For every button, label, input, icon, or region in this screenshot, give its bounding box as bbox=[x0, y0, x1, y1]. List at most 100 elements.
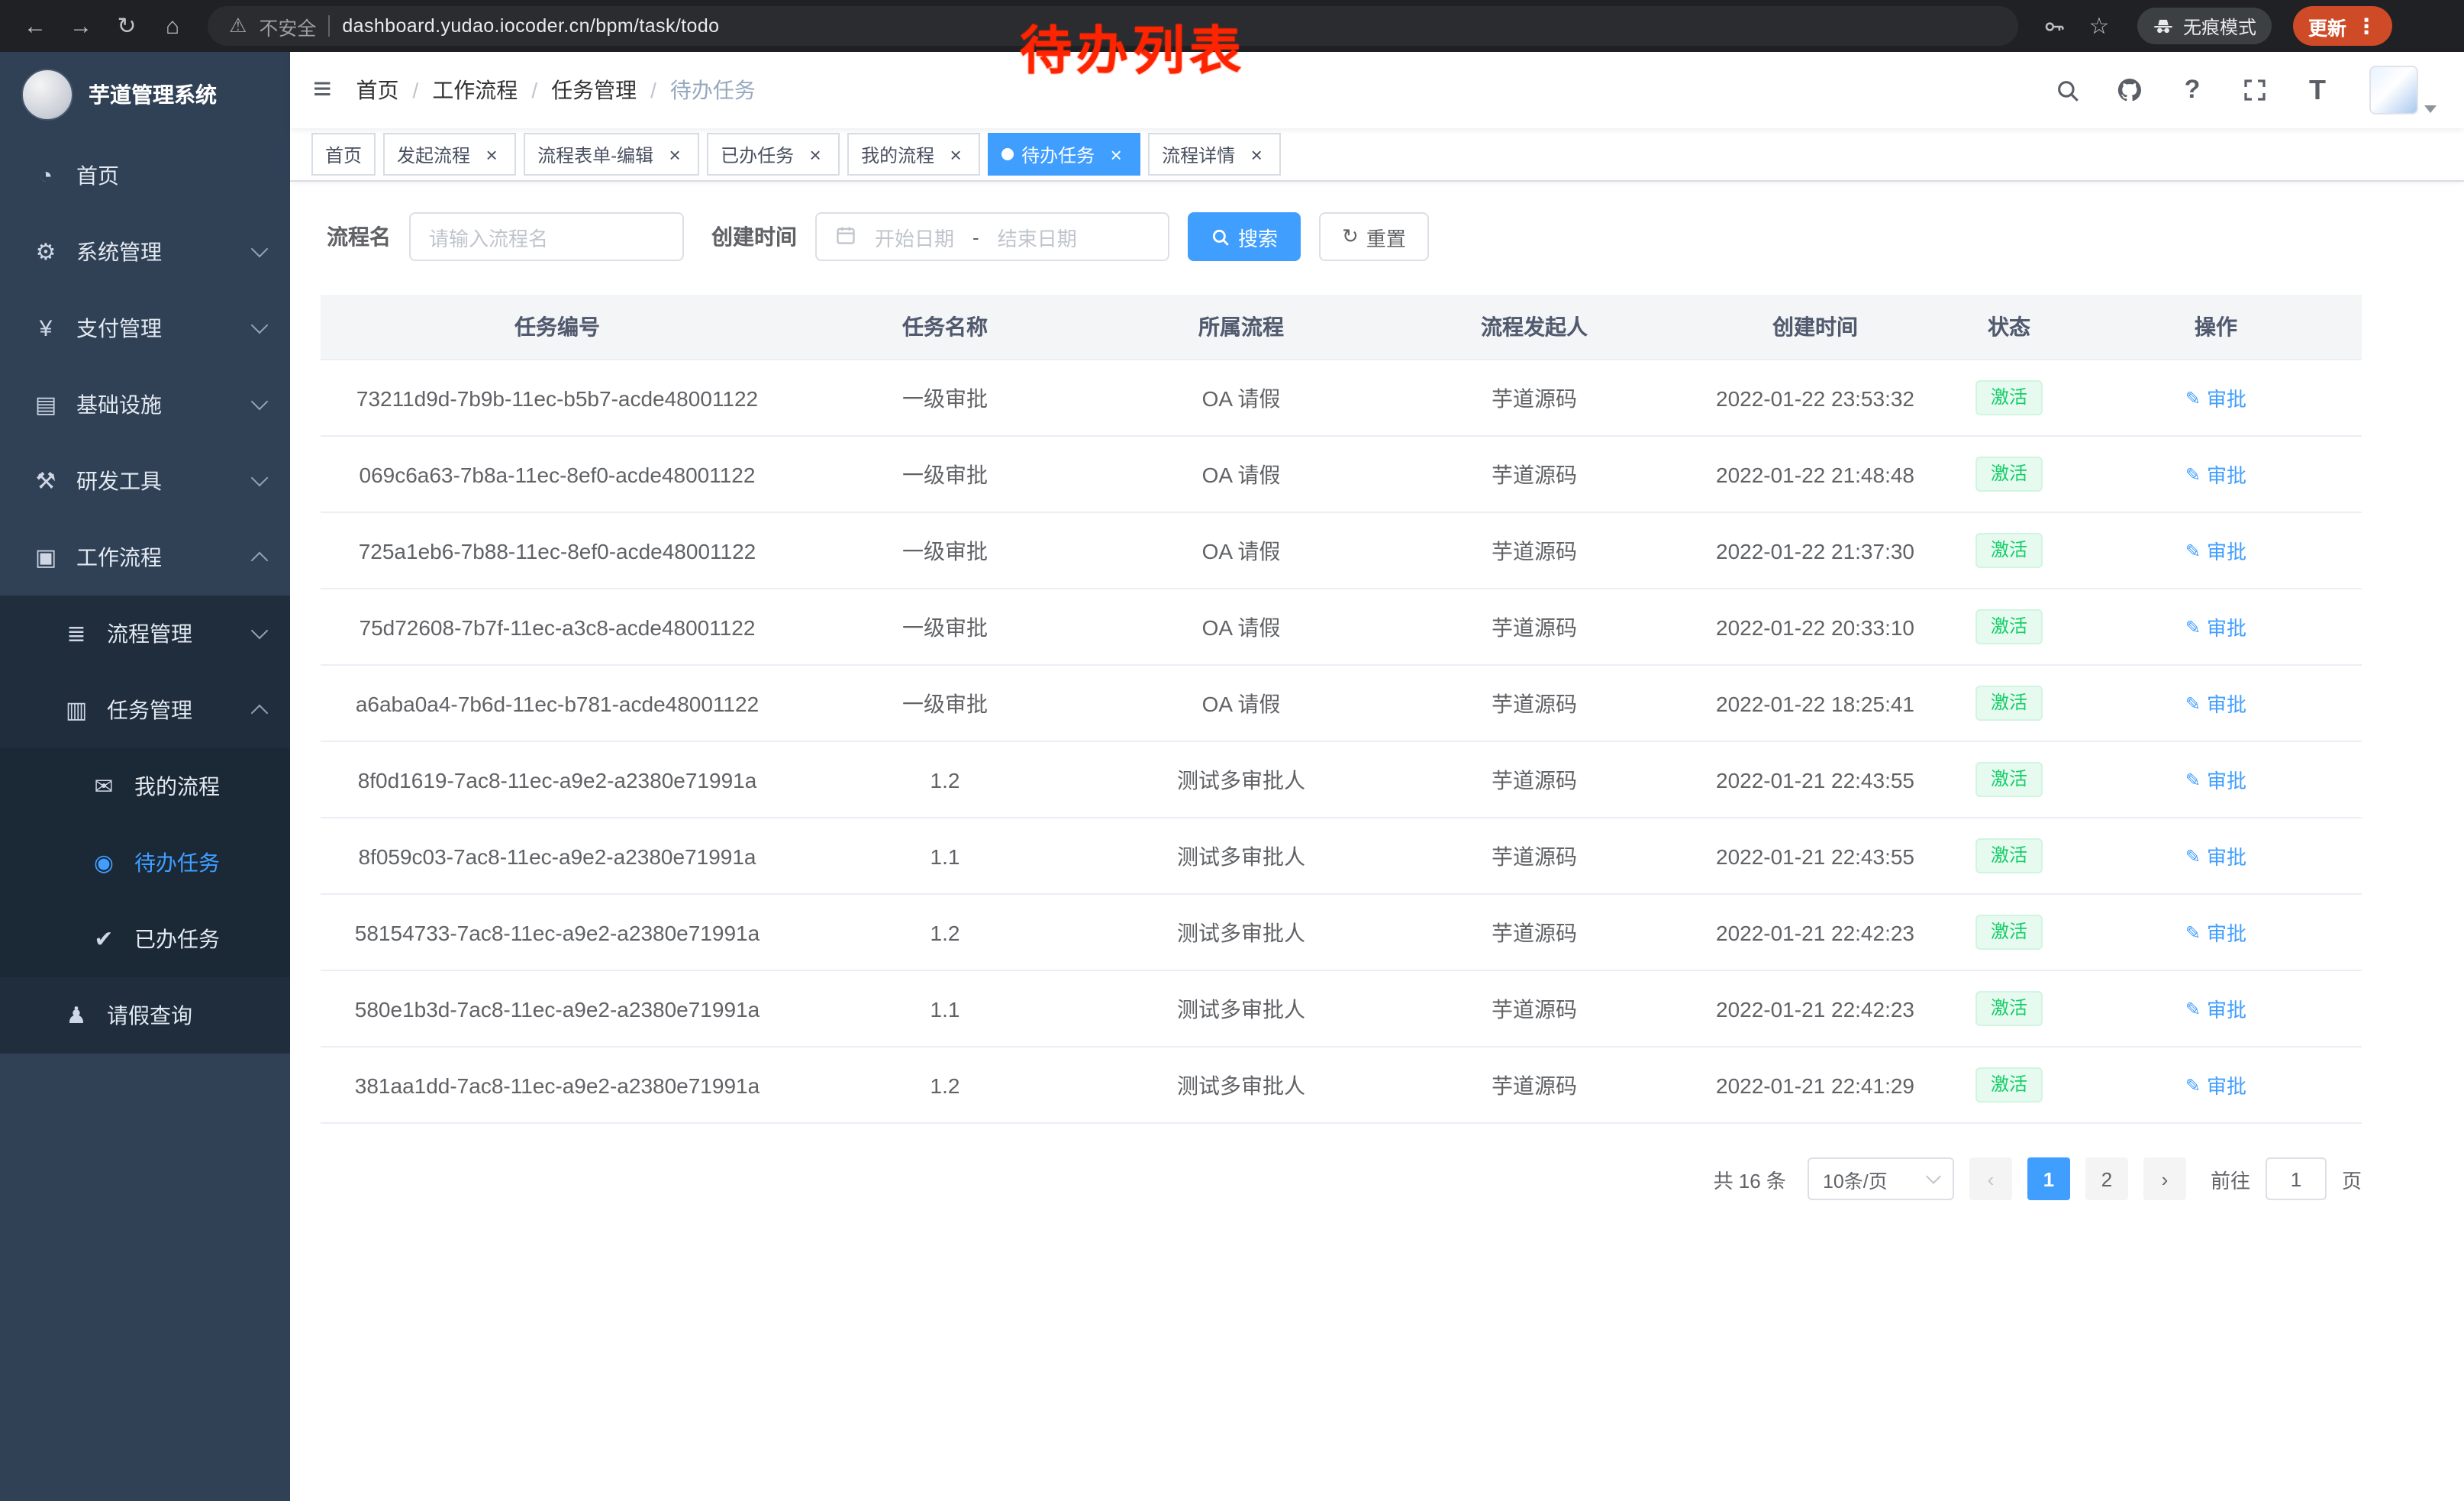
process-name-input[interactable]: 请输入流程名 bbox=[409, 212, 684, 261]
start-date-placeholder[interactable]: 开始日期 bbox=[875, 222, 954, 251]
approve-link[interactable]: ✎审批 bbox=[2185, 460, 2246, 489]
close-icon[interactable]: × bbox=[1246, 144, 1267, 165]
prev-page-button[interactable]: ‹ bbox=[1969, 1157, 2012, 1200]
breadcrumb-task-mgmt[interactable]: 任务管理 bbox=[551, 75, 637, 105]
edit-icon: ✎ bbox=[2185, 692, 2201, 714]
forward-icon[interactable]: → bbox=[61, 6, 101, 46]
key-icon[interactable] bbox=[2033, 6, 2073, 46]
task-icon: ▥ bbox=[61, 696, 92, 724]
page-button-2[interactable]: 2 bbox=[2085, 1157, 2128, 1200]
fullscreen-icon[interactable] bbox=[2238, 73, 2272, 107]
cell-initiator: 芋道源码 bbox=[1386, 360, 1682, 436]
table-row: 580e1b3d-7ac8-11ec-a9e2-a2380e71991a1.1测… bbox=[321, 970, 2362, 1047]
tab-1[interactable]: 发起流程× bbox=[383, 133, 516, 176]
tab-6[interactable]: 流程详情× bbox=[1148, 133, 1281, 176]
sidebar-item-done-task[interactable]: ✔已办任务 bbox=[0, 901, 290, 977]
cell-initiator: 芋道源码 bbox=[1386, 436, 1682, 512]
close-icon[interactable]: × bbox=[1105, 144, 1127, 165]
reset-button-label: 重置 bbox=[1366, 222, 1406, 251]
approve-link[interactable]: ✎审批 bbox=[2185, 841, 2246, 870]
table-row: 75d72608-7b7f-11ec-a3c8-acde48001122一级审批… bbox=[321, 589, 2362, 665]
edit-icon: ✎ bbox=[2185, 540, 2201, 561]
cell-process-name: OA 请假 bbox=[1096, 589, 1386, 665]
sidebar-item-dev-tools[interactable]: ⚒研发工具 bbox=[0, 443, 290, 519]
approve-link[interactable]: ✎审批 bbox=[2185, 612, 2246, 641]
end-date-placeholder[interactable]: 结束日期 bbox=[998, 222, 1077, 251]
search-icon[interactable] bbox=[2050, 73, 2084, 107]
cell-process-name: 测试多审批人 bbox=[1096, 894, 1386, 970]
cell-create-time: 2022-01-22 20:33:10 bbox=[1682, 589, 1948, 665]
sidebar-item-task-mgmt[interactable]: ▥任务管理 bbox=[0, 672, 290, 748]
cell-create-time: 2022-01-22 21:48:48 bbox=[1682, 436, 1948, 512]
refresh-icon: ↻ bbox=[1342, 224, 1359, 249]
task-table-body: 73211d9d-7b9b-11ec-b5b7-acde48001122一级审批… bbox=[321, 360, 2362, 1123]
sidebar-item-system-mgmt[interactable]: ⚙系统管理 bbox=[0, 214, 290, 290]
sidebar-item-todo-task[interactable]: ◉待办任务 bbox=[0, 825, 290, 901]
cell-task-name: 一级审批 bbox=[794, 512, 1096, 589]
tab-0[interactable]: 首页 bbox=[311, 133, 376, 176]
goto-page-input[interactable] bbox=[2266, 1157, 2327, 1200]
tab-3[interactable]: 已办任务 × bbox=[707, 133, 840, 176]
github-icon[interactable] bbox=[2113, 73, 2146, 107]
font-size-icon[interactable]: T bbox=[2301, 73, 2334, 107]
breadcrumb-separator: / bbox=[650, 78, 656, 102]
tab-label: 已办任务 bbox=[721, 141, 794, 167]
approve-link[interactable]: ✎审批 bbox=[2185, 383, 2246, 412]
sidebar-item-payment-mgmt[interactable]: ¥支付管理 bbox=[0, 290, 290, 366]
sidebar-item-process-mgmt[interactable]: ≣流程管理 bbox=[0, 596, 290, 672]
close-icon[interactable]: × bbox=[481, 144, 502, 165]
date-range-picker[interactable]: 开始日期 - 结束日期 bbox=[815, 212, 1169, 261]
cell-process-name: 测试多审批人 bbox=[1096, 818, 1386, 894]
goto-label: 前往 bbox=[2211, 1164, 2250, 1193]
breadcrumb-workflow[interactable]: 工作流程 bbox=[432, 75, 518, 105]
breadcrumb-home[interactable]: 首页 bbox=[356, 75, 399, 105]
sidebar-item-workflow[interactable]: ▣工作流程 bbox=[0, 519, 290, 596]
approve-link[interactable]: ✎审批 bbox=[2185, 994, 2246, 1023]
sidebar-item-label: 支付管理 bbox=[76, 313, 162, 344]
sidebar-item-my-process[interactable]: ✉我的流程 bbox=[0, 748, 290, 825]
sidebar-item-infrastructure[interactable]: ▤基础设施 bbox=[0, 366, 290, 443]
close-icon[interactable]: × bbox=[664, 144, 685, 165]
col-create-time: 创建时间 bbox=[1682, 295, 1948, 360]
approve-link[interactable]: ✎审批 bbox=[2185, 1070, 2246, 1099]
cell-task-id: 73211d9d-7b9b-11ec-b5b7-acde48001122 bbox=[321, 360, 794, 436]
chevron-up-icon bbox=[251, 705, 269, 722]
cell-process-name: 测试多审批人 bbox=[1096, 970, 1386, 1047]
help-icon[interactable]: ? bbox=[2175, 73, 2209, 107]
approve-link[interactable]: ✎审批 bbox=[2185, 918, 2246, 947]
search-button[interactable]: 搜索 bbox=[1188, 212, 1301, 261]
close-icon[interactable]: × bbox=[945, 144, 966, 165]
approve-link[interactable]: ✎审批 bbox=[2185, 765, 2246, 794]
user-avatar[interactable] bbox=[2369, 66, 2437, 115]
cell-initiator: 芋道源码 bbox=[1386, 665, 1682, 741]
page-size-select[interactable]: 10条/页 bbox=[1808, 1157, 1954, 1200]
update-button[interactable]: 更新 ⋮ bbox=[2293, 6, 2392, 46]
bookmark-star-icon[interactable]: ☆ bbox=[2079, 6, 2119, 46]
close-icon[interactable]: × bbox=[805, 144, 826, 165]
approve-link[interactable]: ✎审批 bbox=[2185, 689, 2246, 718]
sidebar-item-home[interactable]: ◔首页 bbox=[0, 137, 290, 214]
url-text[interactable]: dashboard.yudao.iocoder.cn/bpm/task/todo bbox=[342, 15, 719, 37]
approve-link[interactable]: ✎审批 bbox=[2185, 536, 2246, 565]
reload-icon[interactable]: ↻ bbox=[107, 6, 147, 46]
status-badge: 激活 bbox=[1975, 761, 2043, 797]
next-page-button[interactable]: › bbox=[2143, 1157, 2186, 1200]
security-label[interactable]: 不安全 bbox=[259, 11, 316, 40]
tab-5[interactable]: 待办任务× bbox=[988, 133, 1140, 176]
menu-dots-icon[interactable]: ⋮ bbox=[2356, 13, 2377, 39]
sidebar-item-label: 待办任务 bbox=[134, 847, 220, 878]
cell-initiator: 芋道源码 bbox=[1386, 970, 1682, 1047]
reset-button[interactable]: ↻ 重置 bbox=[1319, 212, 1429, 261]
tags-bar: 首页发起流程×流程表单-编辑×已办任务×我的流程×待办任务×流程详情× bbox=[290, 128, 2464, 182]
page-button-1[interactable]: 1 bbox=[2027, 1157, 2070, 1200]
page-size-value: 10条/页 bbox=[1823, 1164, 1888, 1193]
back-icon[interactable]: ← bbox=[15, 6, 55, 46]
app-logo-row[interactable]: 芋道管理系统 bbox=[0, 52, 290, 137]
sidebar-toggle-icon[interactable]: ≡ bbox=[313, 72, 332, 108]
sidebar-item-leave-query[interactable]: ♟请假查询 bbox=[0, 977, 290, 1054]
home-icon[interactable]: ⌂ bbox=[153, 6, 192, 46]
tab-4[interactable]: 我的流程× bbox=[847, 133, 980, 176]
tab-2[interactable]: 流程表单-编辑× bbox=[524, 133, 699, 176]
page-buttons: 12 bbox=[2027, 1157, 2128, 1200]
process-icon: ≣ bbox=[61, 620, 92, 647]
